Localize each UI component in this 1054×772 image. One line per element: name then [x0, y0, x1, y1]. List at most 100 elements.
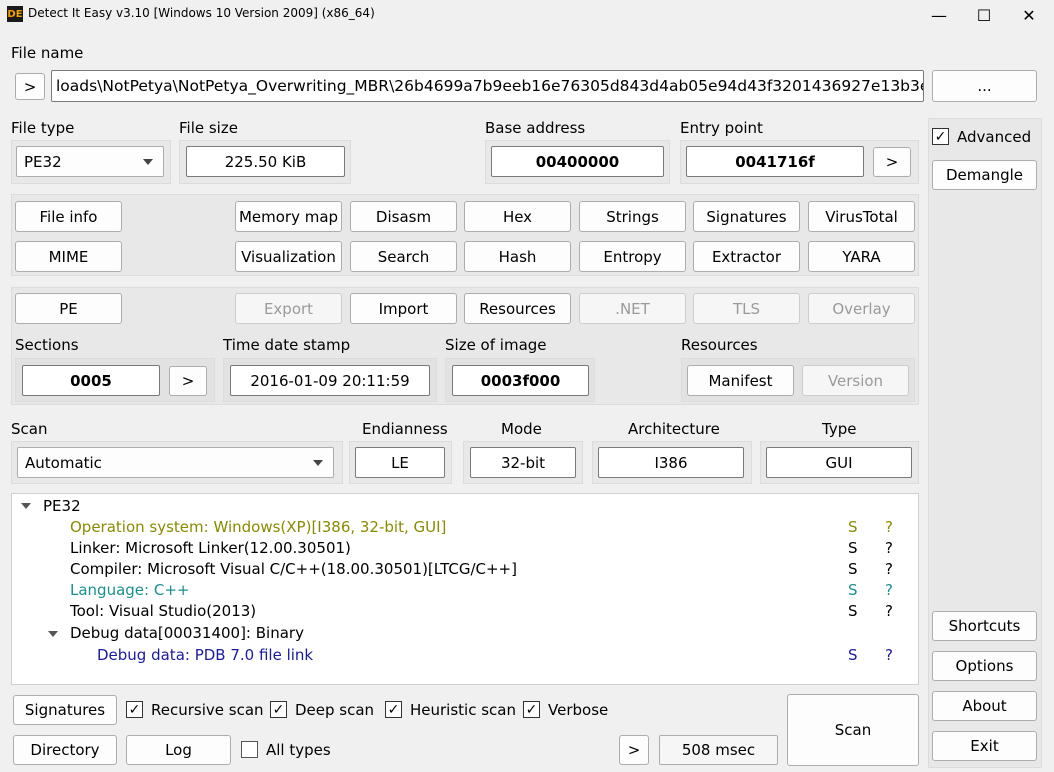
import-button[interactable]: Import: [350, 293, 457, 324]
result-q-link[interactable]: ?: [885, 646, 893, 664]
search-button[interactable]: Search: [350, 241, 457, 272]
results-tree[interactable]: PE32 Operation system: Windows(XP)[I386,…: [11, 493, 919, 685]
yara-button[interactable]: YARA: [808, 241, 915, 272]
timestamp-label: Time date stamp: [223, 336, 351, 354]
result-s-link[interactable]: S: [848, 602, 858, 620]
advanced-checkbox[interactable]: ✓: [932, 128, 949, 145]
heuristic-scan-label: Heuristic scan: [410, 701, 516, 719]
resources-button[interactable]: Resources: [464, 293, 571, 324]
browse-button[interactable]: ...: [932, 70, 1037, 102]
result-q-link[interactable]: ?: [885, 539, 893, 557]
heuristic-scan-checkbox[interactable]: ✓: [385, 701, 402, 718]
virustotal-button[interactable]: VirusTotal: [808, 201, 915, 232]
about-button[interactable]: About: [932, 691, 1037, 721]
result-row-debug[interactable]: Debug data[00031400]: Binary: [70, 624, 304, 642]
shortcuts-button[interactable]: Shortcuts: [932, 611, 1037, 641]
verbose-checkbox[interactable]: ✓: [523, 701, 540, 718]
memory-map-button[interactable]: Memory map: [235, 201, 342, 232]
time-expand-button[interactable]: >: [619, 735, 649, 765]
result-s-link[interactable]: S: [848, 560, 858, 578]
collapse-arrow-icon[interactable]: [21, 503, 31, 509]
file-type-value: PE32: [24, 152, 62, 171]
result-q-link[interactable]: ?: [885, 518, 893, 536]
sections-button[interactable]: >: [169, 366, 207, 396]
visualization-button[interactable]: Visualization: [235, 241, 342, 272]
hash-button[interactable]: Hash: [464, 241, 571, 272]
scan-label: Scan: [11, 420, 48, 438]
entry-point-button[interactable]: >: [873, 147, 911, 177]
demangle-button[interactable]: Demangle: [932, 160, 1037, 190]
result-q-link[interactable]: ?: [885, 602, 893, 620]
verbose-label: Verbose: [548, 701, 609, 719]
architecture-label: Architecture: [628, 420, 720, 438]
result-root[interactable]: PE32: [43, 497, 81, 515]
file-info-button[interactable]: File info: [15, 201, 122, 232]
chevron-down-icon: [143, 158, 153, 165]
signatures-tool-button[interactable]: Signatures: [693, 201, 800, 232]
result-s-link[interactable]: S: [848, 539, 858, 557]
deep-scan-checkbox[interactable]: ✓: [270, 701, 287, 718]
result-row-os[interactable]: Operation system: Windows(XP)[I386, 32-b…: [70, 518, 446, 536]
manifest-button[interactable]: Manifest: [687, 365, 794, 396]
net-button[interactable]: .NET: [579, 293, 686, 324]
recursive-scan-label: Recursive scan: [151, 701, 264, 719]
exit-button[interactable]: Exit: [932, 731, 1037, 761]
advanced-label: Advanced: [957, 128, 1032, 146]
result-s-link[interactable]: S: [848, 646, 858, 664]
chevron-down-icon: [313, 459, 323, 466]
disasm-button[interactable]: Disasm: [350, 201, 457, 232]
size-of-image-field[interactable]: 0003f000: [452, 365, 589, 396]
result-row-linker[interactable]: Linker: Microsoft Linker(12.00.30501): [70, 539, 351, 557]
mode-field: 32-bit: [470, 447, 576, 478]
scan-button[interactable]: Scan: [787, 694, 919, 766]
window-title: Detect It Easy v3.10 [Windows 10 Version…: [28, 6, 375, 20]
scan-select[interactable]: Automatic: [17, 447, 334, 478]
overlay-button[interactable]: Overlay: [808, 293, 915, 324]
hex-button[interactable]: Hex: [464, 201, 571, 232]
resources-label: Resources: [681, 336, 758, 354]
result-row-compiler[interactable]: Compiler: Microsoft Visual C/C++(18.00.3…: [70, 560, 517, 578]
mode-label: Mode: [501, 420, 542, 438]
entry-point-label: Entry point: [680, 119, 763, 137]
close-icon[interactable]: ✕: [1006, 0, 1052, 30]
extractor-button[interactable]: Extractor: [693, 241, 800, 272]
size-of-image-label: Size of image: [445, 336, 547, 354]
timestamp-field: 2016-01-09 20:11:59: [230, 365, 430, 396]
file-path-field[interactable]: loads\NotPetya\NotPetya_Overwriting_MBR\…: [51, 70, 924, 102]
type-label: Type: [822, 420, 857, 438]
file-size-field: 225.50 KiB: [186, 146, 345, 177]
base-address-label: Base address: [485, 119, 586, 137]
export-button[interactable]: Export: [235, 293, 342, 324]
base-address-field[interactable]: 00400000: [491, 146, 664, 177]
mime-button[interactable]: MIME: [15, 241, 122, 272]
file-expand-button[interactable]: >: [15, 73, 45, 100]
entropy-button[interactable]: Entropy: [579, 241, 686, 272]
tls-button[interactable]: TLS: [693, 293, 800, 324]
file-type-label: File type: [11, 119, 75, 137]
result-row-language[interactable]: Language: C++: [70, 581, 189, 599]
sections-field[interactable]: 0005: [22, 365, 160, 396]
signatures-button[interactable]: Signatures: [13, 695, 117, 725]
result-row-debug-pdb[interactable]: Debug data: PDB 7.0 file link: [97, 646, 313, 664]
endianness-field: LE: [355, 447, 445, 478]
log-button[interactable]: Log: [126, 735, 231, 765]
maximize-icon[interactable]: ☐: [961, 0, 1007, 30]
title-bar: DE Detect It Easy v3.10 [Windows 10 Vers…: [0, 0, 1054, 30]
directory-button[interactable]: Directory: [13, 735, 117, 765]
file-type-select[interactable]: PE32: [16, 146, 164, 177]
strings-button[interactable]: Strings: [579, 201, 686, 232]
entry-point-field[interactable]: 0041716f: [686, 146, 864, 177]
result-q-link[interactable]: ?: [885, 581, 893, 599]
pe-button[interactable]: PE: [15, 293, 122, 324]
result-row-tool[interactable]: Tool: Visual Studio(2013): [70, 602, 256, 620]
recursive-scan-checkbox[interactable]: ✓: [126, 701, 143, 718]
result-q-link[interactable]: ?: [885, 560, 893, 578]
result-s-link[interactable]: S: [848, 581, 858, 599]
options-button[interactable]: Options: [932, 651, 1037, 681]
version-button[interactable]: Version: [802, 365, 909, 396]
collapse-arrow-icon[interactable]: [48, 631, 58, 637]
all-types-checkbox[interactable]: [241, 741, 258, 758]
endianness-label: Endianness: [362, 420, 448, 438]
result-s-link[interactable]: S: [848, 518, 858, 536]
minimize-icon[interactable]: —: [916, 0, 962, 30]
